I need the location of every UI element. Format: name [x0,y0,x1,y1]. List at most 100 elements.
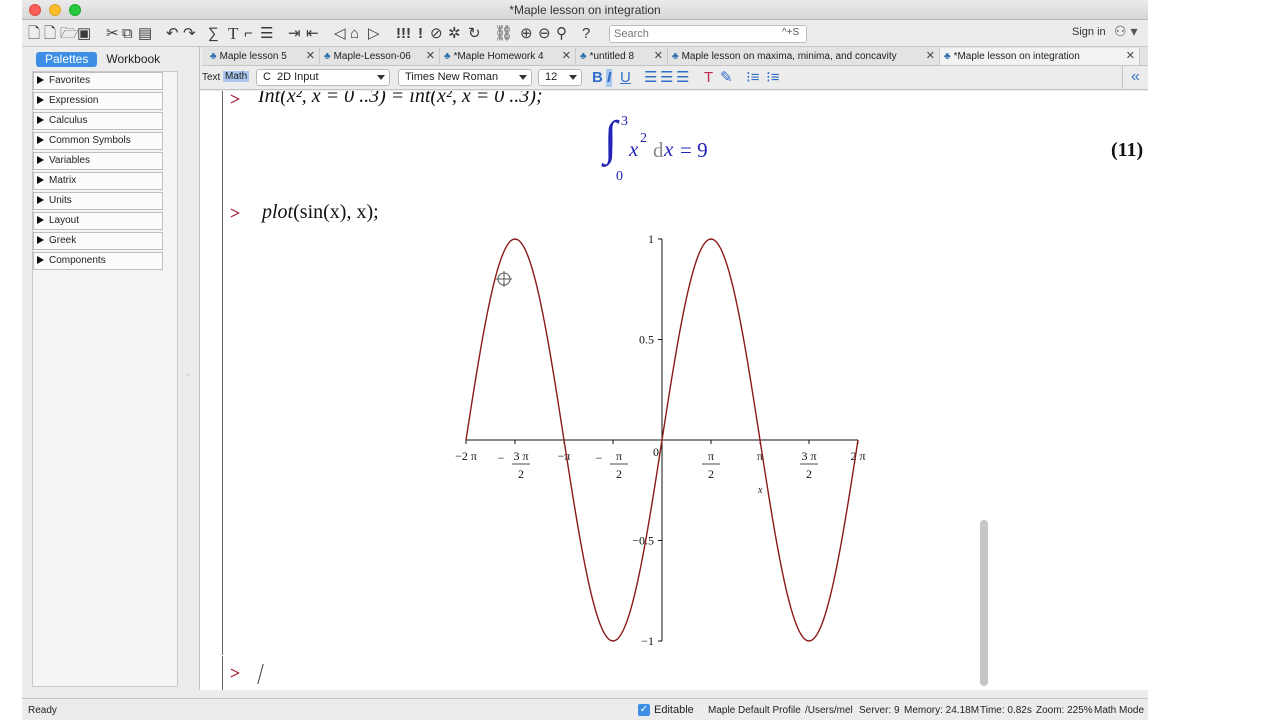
interrupt-icon[interactable]: ⊘ [430,24,443,44]
palette-expression[interactable]: Expression [33,92,163,110]
insert-prompt-icon[interactable]: ⌐ [244,24,253,44]
editable-checkbox[interactable]: ✓ [638,704,650,716]
sign-in-link[interactable]: Sign in [1072,26,1106,38]
link-icon[interactable]: ⛓ [494,24,513,44]
execute-icon[interactable]: ! [418,24,423,44]
x-tick-label: 3 π2 [800,449,818,481]
expand-triangle-icon [37,216,44,224]
status-zoom: Zoom: 225% [1036,705,1093,716]
search-input[interactable] [609,25,807,43]
close-tab-icon[interactable]: ✕ [1126,48,1135,65]
palette-layout[interactable]: Layout [33,212,163,230]
paste-icon[interactable]: ▤ [138,24,152,44]
y-tick-label: 0.5 [639,333,654,347]
svg-text:−: − [498,451,505,465]
close-tab-icon[interactable]: ✕ [426,48,435,65]
indent-icon[interactable]: ⇥ [288,24,301,44]
math-mode-toggle[interactable]: Math [223,71,250,82]
panel-divider-grip-icon[interactable]: ◦ [187,370,190,379]
debugger-icon[interactable]: ✲ [448,24,461,44]
font-family-select[interactable]: Times New Roman [398,69,532,86]
italic-icon[interactable]: I [606,69,613,87]
expand-triangle-icon [37,176,44,184]
align-center-icon[interactable]: ☰ [660,69,673,87]
expand-triangle-icon [37,256,44,264]
execute-all-icon[interactable]: !!! [396,24,411,44]
numbered-list-icon[interactable]: ⁝≡ [766,69,780,87]
x-tick-label: 0 [653,445,659,459]
palette-favorites[interactable]: Favorites [33,72,163,90]
redo-icon[interactable]: ↷ [183,24,196,44]
back-icon[interactable]: ◁ [334,24,346,44]
copy-icon[interactable]: ⧉ [122,24,133,44]
status-ready: Ready [28,705,57,716]
new-document-icon[interactable]: 🗋 [28,24,40,44]
new-worksheet-icon[interactable]: 🗋 [44,24,56,44]
svg-text:−2 π: −2 π [455,449,477,463]
tab-maple-lesson-on-integration[interactable]: ♣ *Maple lesson on integration ✕ [940,48,1140,65]
svg-text:π: π [616,449,622,463]
save-icon[interactable]: ▣ [77,24,91,44]
editable-label: Editable [654,704,694,716]
close-tab-icon[interactable]: ✕ [926,48,935,65]
palette-components[interactable]: Components [33,252,163,270]
status-profile: Maple Default Profile [708,705,801,716]
help-icon[interactable]: ? [582,24,590,44]
expand-triangle-icon [37,136,44,144]
palette-common-symbols[interactable]: Common Symbols [33,132,163,150]
palette-greek[interactable]: Greek [33,232,163,250]
underline-icon[interactable]: U [620,69,631,87]
insert-paragraph-icon[interactable]: ☰ [260,24,273,44]
zoom-out-icon[interactable]: ⊖ [538,24,551,44]
zoom-reset-icon[interactable]: ⚲ [556,24,567,44]
svg-text:2: 2 [518,467,524,481]
text-mode-toggle[interactable]: Text [202,72,220,83]
home-icon[interactable]: ⌂ [350,24,359,44]
close-tab-icon[interactable]: ✕ [306,48,315,65]
palette-units[interactable]: Units [33,192,163,210]
close-tab-icon[interactable]: ✕ [654,48,663,65]
font-size-select[interactable]: 12 [538,69,582,86]
expand-triangle-icon [37,236,44,244]
tab-maple-lesson-5[interactable]: ♣ Maple lesson 5 ✕ [206,48,320,65]
svg-text:2: 2 [708,467,714,481]
tab-palettes[interactable]: Palettes [36,52,98,67]
align-right-icon[interactable]: ☰ [676,69,689,87]
tab-maxima-minima-concavity[interactable]: ♣ Maple lesson on maxima, minima, and con… [668,48,940,65]
cut-icon[interactable]: ✂ [106,24,119,44]
vertical-scrollbar[interactable] [980,520,988,686]
maple-window: *Maple lesson on integration 🗋 🗋 🗁 ▣ ✂ ⧉… [22,0,1148,720]
user-icon[interactable]: ⚇ ▾ [1114,23,1137,40]
sine-plot[interactable]: −2 π −3 π2−π − π20 π2π 3 π22 π10.5−0.5−1 x [200,91,1148,690]
collapse-panel-button[interactable]: « [1122,66,1148,90]
worksheet-document[interactable]: > Int(x², x = 0 ..3) = int(x², x = 0 ..3… [200,91,1148,690]
bold-icon[interactable]: B [592,69,603,87]
outdent-icon[interactable]: ⇤ [306,24,319,44]
undo-icon[interactable]: ↶ [166,24,179,44]
status-server: Server: 9 [859,705,900,716]
maple-leaf-icon: ♣ [444,51,451,62]
expand-triangle-icon [37,96,44,104]
palette-calculus[interactable]: Calculus [33,112,163,130]
align-left-icon[interactable]: ☰ [644,69,657,87]
status-mode: Math Mode [1094,705,1145,716]
restart-icon[interactable]: ↻ [468,24,481,44]
status-time: Time: 0.82s [980,705,1032,716]
highlight-icon[interactable]: ✎ [720,69,733,87]
tab-untitled-8[interactable]: ♣ *untitled 8 ✕ [576,48,668,65]
input-mode-select[interactable]: C 2D Input [256,69,390,86]
forward-icon[interactable]: ▷ [368,24,380,44]
bullet-list-icon[interactable]: ⁝≡ [746,69,760,87]
text-color-icon[interactable]: T [704,69,713,87]
close-tab-icon[interactable]: ✕ [562,48,571,65]
tab-maple-lesson-06[interactable]: ♣ Maple-Lesson-06 ✕ [320,48,440,65]
tab-workbook[interactable]: Workbook [97,52,169,67]
insert-text-icon[interactable]: T [228,24,238,44]
palette-variables[interactable]: Variables [33,152,163,170]
expand-triangle-icon [37,76,44,84]
open-folder-icon[interactable]: 🗁 [60,24,79,44]
zoom-in-icon[interactable]: ⊕ [520,24,533,44]
insert-math-icon[interactable]: ∑ [208,24,219,44]
tab-maple-homework-4[interactable]: ♣ *Maple Homework 4 ✕ [440,48,576,65]
palette-matrix[interactable]: Matrix [33,172,163,190]
